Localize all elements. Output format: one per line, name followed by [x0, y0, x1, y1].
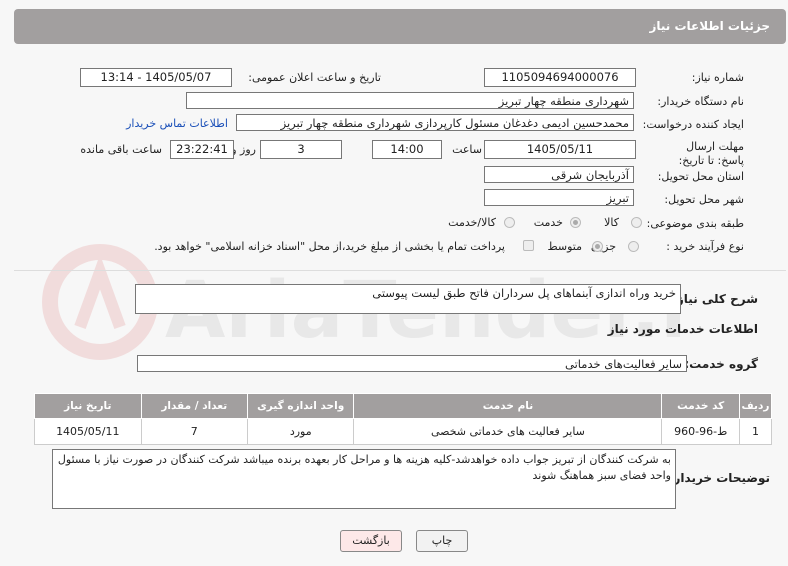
cell-code: ط-96-960	[661, 418, 740, 445]
process-medium-label: متوسط	[547, 240, 582, 253]
city-field: تبریز	[484, 189, 634, 206]
process-label: نوع فرآیند خرید :	[666, 240, 744, 253]
buyer-notes-field: به شرکت کنندگان از تبریز جواب داده خواهد…	[52, 449, 676, 509]
col-row: ردیف	[738, 393, 773, 419]
category-both-label: کالا/خدمت	[448, 216, 496, 229]
back-button[interactable]: بازگشت	[340, 530, 402, 552]
col-service-name: نام خدمت	[353, 393, 663, 419]
print-button[interactable]: چاپ	[416, 530, 468, 552]
cell-row: 1	[738, 418, 773, 445]
treasury-checkbox[interactable]	[523, 240, 534, 251]
category-label: طبقه بندی موضوعی:	[646, 217, 744, 230]
requester-field: محمدحسین ادیمی دغدغان مسئول کارپردازی شه…	[236, 114, 634, 131]
panel-header: جزئیات اطلاعات نیاز	[14, 9, 786, 44]
requester-label: ایجاد کننده درخواست:	[642, 118, 744, 131]
deadline-label: مهلت ارسال پاسخ: تا تاریخ:	[678, 140, 744, 167]
category-goods-radio[interactable]	[631, 217, 642, 228]
remaining-time-field: 23:22:41	[170, 140, 234, 159]
process-minor-radio[interactable]	[628, 241, 639, 252]
deadline-date-field: 1405/05/11	[484, 140, 636, 159]
col-code: کد خدمت	[661, 393, 740, 419]
days-field: 3	[260, 140, 342, 159]
cell-service-name: سایر فعالیت های خدماتی شخصی	[353, 418, 663, 445]
cell-quantity: 7	[140, 418, 248, 445]
need-number-label: شماره نیاز:	[691, 71, 744, 84]
deadline-time-label: ساعت	[452, 143, 482, 156]
buyer-org-field: شهرداری منطقه چهار تبریز	[186, 92, 634, 109]
process-medium-radio[interactable]	[592, 241, 603, 252]
buyer-notes-label: توضیحات خریدار:	[668, 471, 770, 485]
announce-field: 1405/05/07 - 13:14	[80, 68, 232, 87]
buyer-contact-link[interactable]: اطلاعات تماس خریدار	[126, 117, 228, 130]
category-service-label: خدمت	[533, 216, 563, 229]
cell-date: 1405/05/11	[34, 418, 142, 445]
col-quantity: تعداد / مقدار	[140, 393, 248, 419]
service-group-label: گروه خدمت:	[684, 357, 758, 371]
buyer-org-label: نام دستگاه خریدار:	[657, 95, 744, 108]
days-label: روز و	[231, 143, 256, 156]
deadline-time-field: 14:00	[372, 140, 442, 159]
city-label: شهر محل تحویل:	[664, 193, 744, 206]
summary-field: خرید وراه اندازی آبنماهای پل سرداران فات…	[135, 284, 681, 314]
province-label: استان محل تحویل:	[657, 170, 744, 183]
services-table: ردیف کد خدمت نام خدمت واحد اندازه گیری ت…	[34, 393, 773, 445]
announce-label: تاریخ و ساعت اعلان عمومی:	[248, 71, 381, 84]
category-both-radio[interactable]	[504, 217, 515, 228]
province-field: آذربایجان شرقی	[484, 166, 634, 183]
col-unit: واحد اندازه گیری	[246, 393, 355, 419]
need-number-field: 1105094694000076	[484, 68, 636, 87]
cell-unit: مورد	[246, 418, 355, 445]
summary-label: شرح کلی نیاز:	[672, 292, 758, 306]
service-group-field: سایر فعالیت‌های خدماتی	[137, 355, 687, 372]
treasury-note: پرداخت تمام یا بخشی از مبلغ خرید،از محل …	[154, 240, 505, 253]
divider	[14, 270, 786, 271]
category-goods-label: کالا	[604, 216, 619, 229]
table-row: 1 ط-96-960 سایر فعالیت های خدماتی شخصی م…	[34, 418, 773, 445]
category-service-radio[interactable]	[570, 217, 581, 228]
table-header-row: ردیف کد خدمت نام خدمت واحد اندازه گیری ت…	[34, 393, 773, 419]
services-section-title: اطلاعات خدمات مورد نیاز	[607, 322, 758, 336]
col-date: تاریخ نیاز	[34, 393, 142, 419]
page-title: جزئیات اطلاعات نیاز	[649, 19, 770, 33]
remaining-time-label: ساعت باقی مانده	[80, 143, 162, 156]
